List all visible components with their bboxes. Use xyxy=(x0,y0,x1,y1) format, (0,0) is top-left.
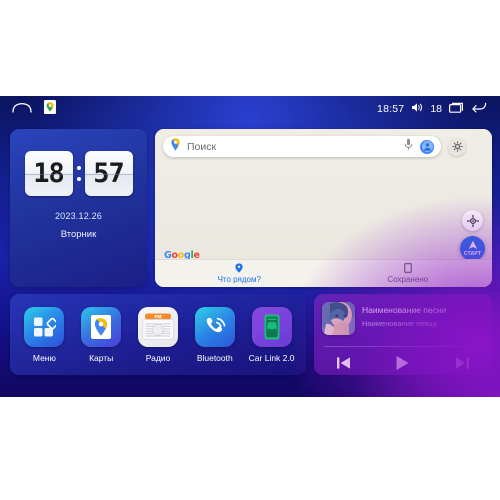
radio-icon: FM xyxy=(137,306,178,347)
clock-weekday: Вторник xyxy=(60,229,97,240)
song-title: Наименование песни xyxy=(362,305,447,315)
status-clock: 18:57 xyxy=(377,103,405,115)
clock-widget[interactable]: 18 57 2023.12.26 Вторник xyxy=(10,129,147,287)
start-label: СТАРТ xyxy=(463,251,482,257)
tab-saved-label: Сохранено xyxy=(387,274,429,284)
app-bluetooth-label: Bluetooth xyxy=(196,352,233,363)
flip-clock: 18 57 xyxy=(10,151,147,196)
map-search-bar[interactable]: Поиск xyxy=(163,136,441,157)
status-bar: 18:57 18 xyxy=(0,96,500,122)
app-shortcuts-panel: Меню Карты FM Радио Bluetooth Car Link 2… xyxy=(10,294,306,375)
player-controls xyxy=(314,352,492,374)
gear-icon[interactable] xyxy=(448,137,466,156)
locate-me-icon[interactable] xyxy=(462,210,483,231)
app-menu[interactable]: Меню xyxy=(18,306,70,363)
account-avatar-icon[interactable] xyxy=(420,139,434,154)
map-bottom-tabs: Что рядом? Сохранено xyxy=(155,259,492,287)
clock-colon xyxy=(76,166,82,181)
progress-bar[interactable] xyxy=(324,346,482,347)
play-button[interactable] xyxy=(390,354,416,372)
app-menu-label: Меню xyxy=(32,352,56,363)
tab-nearby[interactable]: Что рядом? xyxy=(155,263,324,284)
app-bluetooth[interactable]: Bluetooth xyxy=(189,306,241,363)
clock-hours-card: 18 xyxy=(24,151,73,196)
back-icon[interactable] xyxy=(471,100,487,118)
app-radio-label: Радио xyxy=(145,352,171,363)
app-car-link-label: Car Link 2.0 xyxy=(248,352,295,363)
map-pin-icon xyxy=(155,263,324,273)
bookmark-icon xyxy=(324,263,493,274)
music-player-panel: Наименование песни Наименование певца xyxy=(314,294,492,375)
home-icon[interactable] xyxy=(12,100,32,118)
maps-icon xyxy=(81,306,122,347)
car-link-icon xyxy=(251,306,292,347)
app-maps-label: Карты xyxy=(89,352,114,363)
clock-minutes-card: 57 xyxy=(84,151,133,196)
volume-icon[interactable] xyxy=(411,102,423,116)
app-maps[interactable]: Карты xyxy=(75,306,127,363)
status-bar-left xyxy=(0,99,56,119)
clock-minutes: 57 xyxy=(93,158,125,189)
google-maps-widget[interactable]: Поиск Google СТАРТ Что рядом? Сохранено xyxy=(155,129,492,287)
car-head-unit-home-screen: 18:57 18 18 57 2023.12.26 Вторник Поиск … xyxy=(0,96,500,397)
next-track-button[interactable] xyxy=(449,354,475,372)
status-bar-right: 18:57 18 xyxy=(377,100,500,118)
tab-saved[interactable]: Сохранено xyxy=(324,263,493,284)
start-navigation-button[interactable]: СТАРТ xyxy=(460,236,485,261)
song-artist: Наименование певца xyxy=(362,319,437,328)
previous-track-button[interactable] xyxy=(331,354,357,372)
map-search-placeholder: Поиск xyxy=(187,140,217,153)
clock-date: 2023.12.26 xyxy=(54,211,103,221)
recents-icon[interactable] xyxy=(449,100,464,118)
tab-nearby-label: Что рядом? xyxy=(217,274,261,284)
app-car-link[interactable]: Car Link 2.0 xyxy=(246,306,298,363)
volume-level: 18 xyxy=(430,103,442,115)
menu-grid-icon xyxy=(24,306,65,347)
maps-pin-icon xyxy=(170,137,181,156)
clock-hours: 18 xyxy=(33,158,65,189)
album-art xyxy=(322,302,355,335)
maps-pin-icon[interactable] xyxy=(44,99,56,119)
bluetooth-phone-icon xyxy=(194,306,235,347)
app-radio[interactable]: FM Радио xyxy=(132,306,184,363)
microphone-icon[interactable] xyxy=(404,138,413,156)
